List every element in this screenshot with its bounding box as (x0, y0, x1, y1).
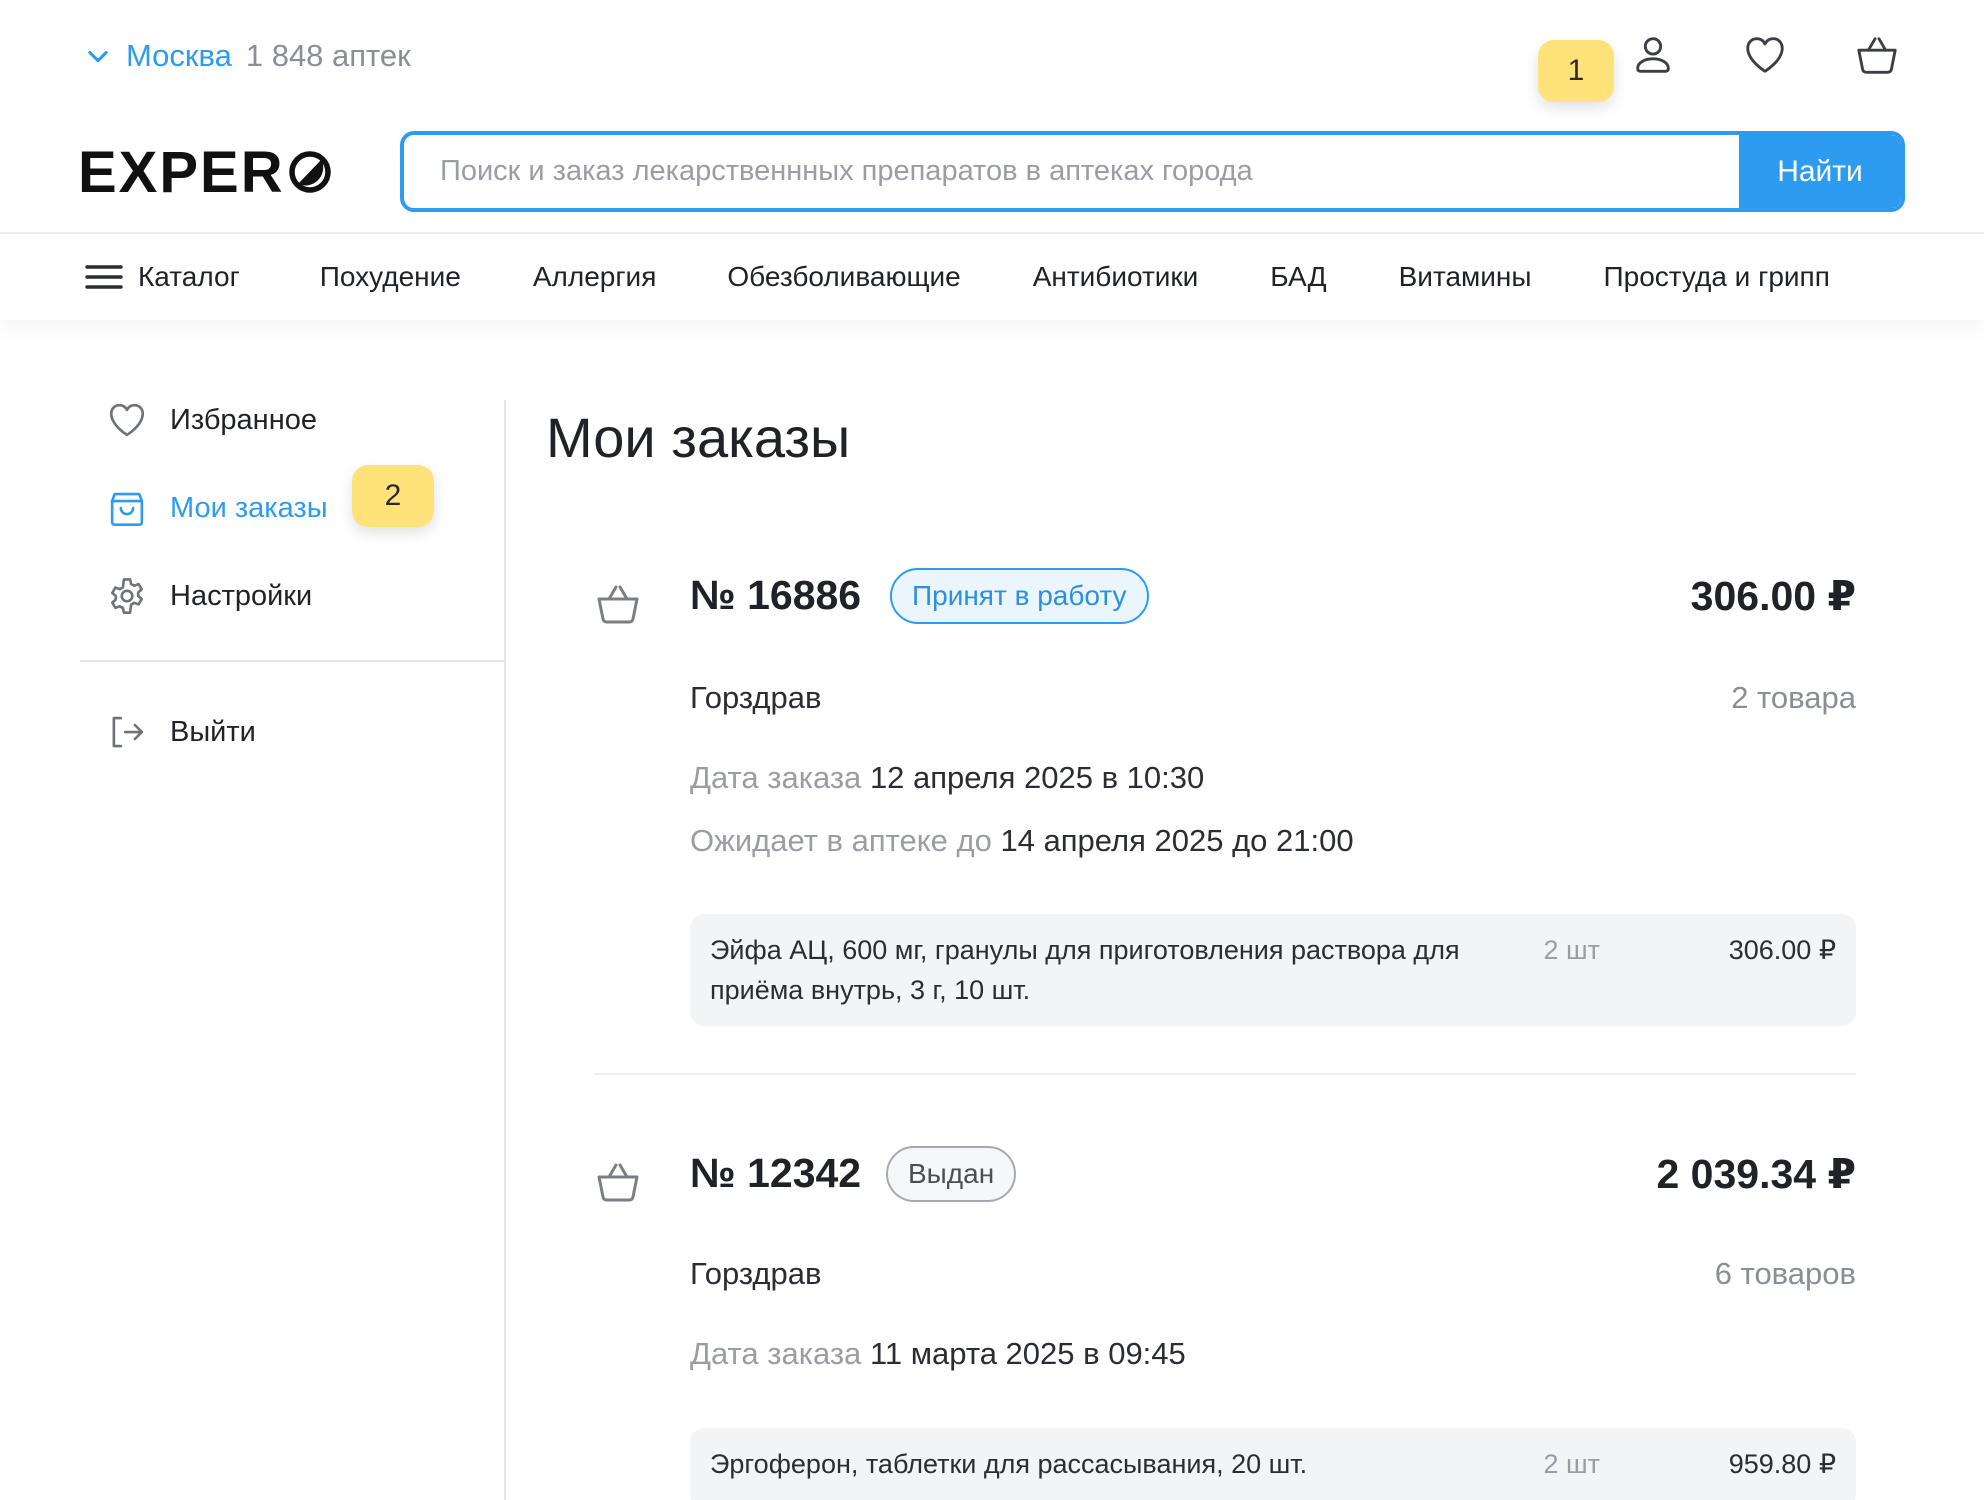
order-item[interactable]: Эйфа АЦ, 600 мг, гранулы для приготовлен… (690, 914, 1856, 1026)
annotation-badge-1: 1 (1538, 40, 1614, 102)
order-card: № 16886 Принят в работу 306.00 ₽ Горздра… (594, 568, 1856, 1028)
sidebar-item-orders[interactable]: Мои заказы (80, 478, 504, 538)
order-date-label: Дата заказа (690, 1336, 862, 1371)
order-total: 306.00 ₽ (1690, 573, 1856, 619)
status-badge: Выдан (886, 1146, 1017, 1202)
account-sidebar: Избранное Мои заказы Настройки Выйти (80, 390, 504, 762)
sidebar-item-label: Избранное (170, 403, 317, 436)
page-title: Мои заказы (546, 406, 851, 469)
catalog-button[interactable]: Каталог (84, 261, 240, 293)
pickup-deadline: Ожидает в аптеке до 14 апреля 2025 до 21… (690, 823, 1354, 859)
item-name: Эргоферон, таблетки для рассасывания, 20… (710, 1449, 1308, 1479)
heart-icon (1746, 37, 1784, 73)
nav-item-painkillers[interactable]: Обезболивающие (727, 261, 960, 293)
order-date: Дата заказа 12 апреля 2025 в 10:30 (690, 760, 1204, 796)
order-date-label: Дата заказа (690, 760, 862, 795)
search-input[interactable] (404, 135, 1739, 208)
bag-icon (110, 492, 144, 526)
item-quantity: 2 шт (1543, 1449, 1600, 1479)
gear-icon (110, 578, 144, 614)
header-icons (1628, 30, 1902, 80)
pharmacy-name: Горздрав (690, 680, 822, 715)
order-date-value: 12 апреля 2025 в 10:30 (869, 760, 1205, 795)
order-date: Дата заказа 11 марта 2025 в 09:45 (690, 1336, 1186, 1372)
nav-item-allergy[interactable]: Аллергия (533, 261, 657, 293)
user-icon (1636, 37, 1670, 73)
cart-button[interactable] (1852, 30, 1902, 80)
item-quantity: 2 шт (1543, 935, 1600, 965)
chevron-down-icon (88, 50, 108, 63)
sidebar-item-favorites[interactable]: Избранное (80, 390, 504, 450)
sidebar-item-label: Мои заказы (170, 491, 328, 524)
top-bar: Москва 1 848 аптек 1 EXPER Найти (0, 0, 1984, 232)
order-card: № 12342 Выдан 2 039.34 ₽ Горздрав 6 това… (594, 1146, 1856, 1500)
pharmacy-name: Горздрав (690, 1256, 822, 1291)
nav-item-weightloss[interactable]: Похудение (320, 261, 461, 293)
logo-mark-icon (288, 151, 331, 193)
nav-item-antibiotics[interactable]: Антибиотики (1033, 261, 1199, 293)
order-date-value: 11 марта 2025 в 09:45 (869, 1336, 1186, 1371)
annotation-badge-2: 2 (352, 465, 434, 527)
sidebar-item-label: Настройки (170, 579, 313, 612)
city-selector[interactable]: Москва 1 848 аптек (84, 36, 411, 76)
order-divider (594, 1073, 1856, 1075)
category-nav: Каталог Похудение Аллергия Обезболивающи… (0, 234, 1984, 320)
order-item[interactable]: Эргоферон, таблетки для рассасывания, 20… (690, 1428, 1856, 1500)
pharmacy-count: 1 848 аптек (245, 38, 411, 73)
item-count: 2 товара (1731, 680, 1856, 715)
city-name[interactable]: Москва (126, 38, 232, 74)
logout-icon (112, 716, 144, 748)
menu-icon (85, 265, 123, 289)
pickup-deadline-label: Ожидает в аптеке до (690, 823, 992, 858)
item-price: 959.80 ₽ (1728, 1449, 1836, 1479)
logo[interactable]: EXPER (78, 140, 331, 205)
pickup-deadline-value: 14 апреля 2025 до 21:00 (1000, 823, 1354, 858)
basket-icon (597, 585, 639, 624)
catalog-label: Каталог (138, 261, 240, 292)
status-badge: Принят в работу (890, 568, 1149, 624)
basket-icon (1857, 37, 1897, 74)
item-price: 306.00 ₽ (1728, 935, 1836, 965)
sidebar-item-settings[interactable]: Настройки (80, 566, 504, 626)
nav-item-cold-flu[interactable]: Простуда и грипп (1604, 261, 1830, 293)
search-bar: Найти (400, 131, 1905, 212)
item-name: Эйфа АЦ, 600 мг, гранулы для приготовлен… (710, 935, 1460, 1005)
sidebar-vertical-divider (504, 400, 506, 1500)
logout-label: Выйти (170, 715, 256, 748)
basket-icon (597, 1163, 639, 1202)
order-number[interactable]: № 16886 (690, 572, 861, 619)
sidebar-divider (80, 660, 504, 662)
nav-item-supplements[interactable]: БАД (1270, 261, 1326, 293)
search-button[interactable]: Найти (1739, 135, 1901, 208)
nav-item-vitamins[interactable]: Витамины (1399, 261, 1532, 293)
logo-text: EXPER (78, 139, 285, 205)
favorites-button[interactable] (1740, 30, 1790, 80)
heart-icon (109, 403, 145, 437)
profile-button[interactable] (1628, 30, 1678, 80)
item-count: 6 товаров (1714, 1256, 1856, 1291)
order-number[interactable]: № 12342 (690, 1150, 861, 1197)
logout-button[interactable]: Выйти (80, 702, 504, 762)
order-total: 2 039.34 ₽ (1656, 1151, 1856, 1197)
